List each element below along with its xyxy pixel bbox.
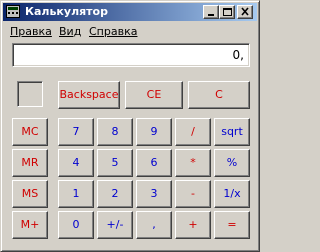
calculator-window: Калькулятор Правка Вид Справка 0, Backsp… bbox=[0, 0, 260, 252]
close-icon bbox=[241, 7, 249, 16]
display-value: 0, bbox=[232, 48, 244, 62]
window-title: Калькулятор bbox=[25, 5, 108, 18]
backspace-button[interactable]: Backspace bbox=[58, 81, 120, 109]
percent-button[interactable]: % bbox=[214, 149, 250, 177]
menu-edit[interactable]: Правка bbox=[10, 25, 52, 39]
minimize-button[interactable] bbox=[203, 5, 219, 19]
reciprocal-button[interactable]: 1/x bbox=[214, 180, 250, 208]
menu-bar: Правка Вид Справка bbox=[3, 22, 257, 40]
digit-3-button[interactable]: 3 bbox=[136, 180, 172, 208]
digit-9-button[interactable]: 9 bbox=[136, 118, 172, 146]
memory-recall-button[interactable]: MR bbox=[12, 149, 48, 177]
sqrt-button[interactable]: sqrt bbox=[214, 118, 250, 146]
decimal-button[interactable]: , bbox=[136, 211, 172, 239]
clear-entry-button[interactable]: CE bbox=[125, 81, 183, 109]
menu-view[interactable]: Вид bbox=[59, 25, 81, 39]
close-button[interactable] bbox=[237, 5, 253, 19]
digit-5-button[interactable]: 5 bbox=[97, 149, 133, 177]
divide-button[interactable]: / bbox=[175, 118, 211, 146]
add-button[interactable]: + bbox=[175, 211, 211, 239]
calculator-icon bbox=[6, 5, 20, 18]
digit-8-button[interactable]: 8 bbox=[97, 118, 133, 146]
subtract-button[interactable]: - bbox=[175, 180, 211, 208]
clear-button[interactable]: C bbox=[188, 81, 250, 109]
digit-1-button[interactable]: 1 bbox=[58, 180, 94, 208]
maximize-icon bbox=[223, 8, 232, 16]
maximize-button[interactable] bbox=[219, 5, 235, 19]
memory-indicator bbox=[17, 81, 43, 107]
digit-4-button[interactable]: 4 bbox=[58, 149, 94, 177]
memory-clear-button[interactable]: MC bbox=[12, 118, 48, 146]
equals-button[interactable]: = bbox=[214, 211, 250, 239]
display-field[interactable]: 0, bbox=[12, 43, 250, 67]
digit-6-button[interactable]: 6 bbox=[136, 149, 172, 177]
menu-help[interactable]: Справка bbox=[89, 25, 137, 39]
memory-add-button[interactable]: M+ bbox=[12, 211, 48, 239]
digit-7-button[interactable]: 7 bbox=[58, 118, 94, 146]
title-bar[interactable]: Калькулятор bbox=[3, 3, 257, 21]
multiply-button[interactable]: * bbox=[175, 149, 211, 177]
memory-store-button[interactable]: MS bbox=[12, 180, 48, 208]
minimize-icon bbox=[208, 14, 214, 16]
sign-toggle-button[interactable]: +/- bbox=[97, 211, 133, 239]
digit-2-button[interactable]: 2 bbox=[97, 180, 133, 208]
digit-0-button[interactable]: 0 bbox=[58, 211, 94, 239]
